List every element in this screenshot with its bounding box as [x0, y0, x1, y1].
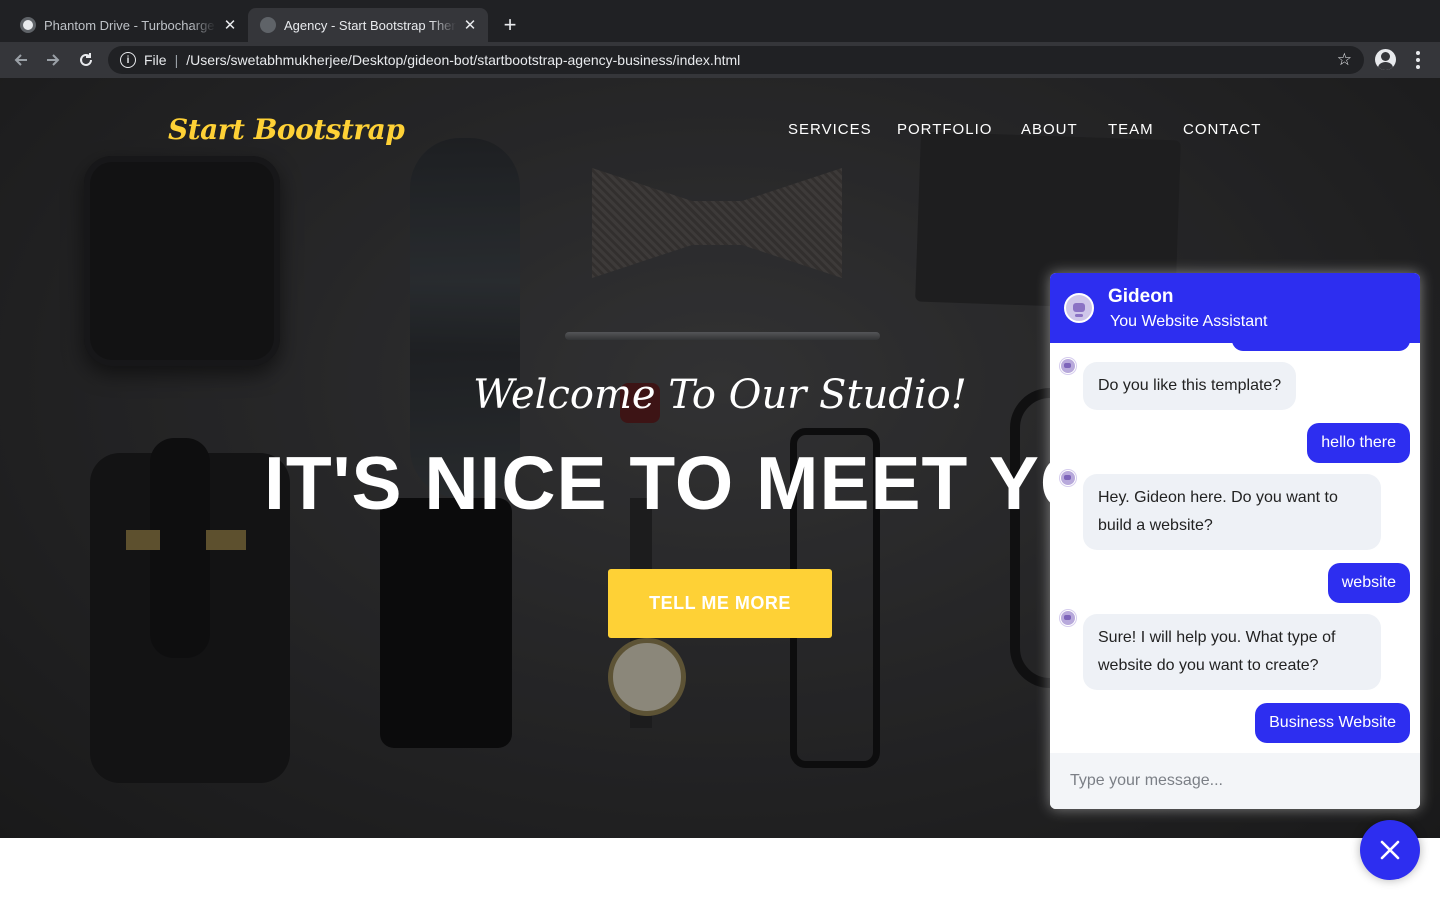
chat-message-bot: Do you like this template? [1083, 362, 1297, 410]
address-bar[interactable]: i File | /Users/swetabhmukherjee/Desktop… [108, 46, 1364, 74]
nav-about[interactable]: ABOUT [1021, 121, 1078, 138]
bot-message-icon [1060, 610, 1076, 626]
browser-tabstrip: Phantom Drive - Turbocharge y ✕ Agency -… [0, 0, 1440, 42]
forward-icon[interactable] [42, 49, 64, 71]
chat-message-user: Business Website [1255, 703, 1410, 743]
browser-toolbar: i File | /Users/swetabhmukherjee/Desktop… [0, 42, 1440, 78]
menu-icon[interactable] [1410, 49, 1426, 71]
chat-message-user: hello there [1307, 423, 1410, 463]
globe-favicon-icon [260, 17, 276, 33]
back-icon[interactable] [10, 49, 32, 71]
nav-services[interactable]: SERVICES [788, 121, 872, 138]
chat-widget: Gideon You Website Assistant Do you like… [1050, 273, 1420, 809]
chat-message-bot: Hey. Gideon here. Do you want to build a… [1083, 474, 1381, 550]
chat-header: Gideon You Website Assistant [1050, 273, 1420, 343]
chat-message-user: website [1327, 563, 1410, 603]
reload-icon[interactable] [75, 49, 97, 71]
close-icon [1380, 840, 1400, 860]
new-tab-icon[interactable]: + [498, 12, 522, 37]
chat-message-bot: Sure! I will help you. What type of webs… [1083, 614, 1381, 690]
nav-team[interactable]: TEAM [1108, 121, 1154, 138]
chat-message-input[interactable] [1050, 753, 1420, 809]
nav-contact[interactable]: CONTACT [1183, 121, 1261, 138]
chat-messages[interactable]: Do you like this template? hello there H… [1050, 343, 1420, 753]
phantom-favicon-icon [20, 17, 36, 33]
chat-close-button[interactable] [1360, 820, 1420, 880]
hero-heading: IT'S NICE TO MEET YOU [264, 441, 1155, 525]
tell-me-more-button[interactable]: TELL ME MORE [608, 569, 832, 638]
bot-message-icon [1060, 470, 1076, 486]
close-tab-icon[interactable]: ✕ [222, 17, 238, 34]
info-icon[interactable]: i [120, 52, 136, 68]
chat-message-user-partial [1232, 343, 1410, 351]
url-text: /Users/swetabhmukherjee/Desktop/gideon-b… [186, 52, 741, 68]
site-brand[interactable]: Start Bootstrap [168, 113, 405, 146]
close-tab-icon[interactable]: ✕ [462, 17, 478, 34]
chat-bot-subtitle: You Website Assistant [1110, 313, 1268, 330]
nav-portfolio[interactable]: PORTFOLIO [897, 121, 992, 138]
tab-phantom-drive[interactable]: Phantom Drive - Turbocharge y ✕ [8, 8, 248, 42]
chat-bot-name: Gideon [1108, 286, 1174, 307]
bot-message-icon [1060, 358, 1076, 374]
star-icon[interactable]: ☆ [1337, 50, 1352, 70]
tab-title: Phantom Drive - Turbocharge y [44, 17, 216, 33]
url-scheme: File [144, 52, 167, 68]
tab-title: Agency - Start Bootstrap Them [284, 17, 456, 33]
tab-agency[interactable]: Agency - Start Bootstrap Them ✕ [248, 8, 488, 42]
bot-avatar [1064, 293, 1094, 323]
url-separator: | [174, 52, 179, 68]
profile-icon[interactable] [1375, 49, 1396, 70]
